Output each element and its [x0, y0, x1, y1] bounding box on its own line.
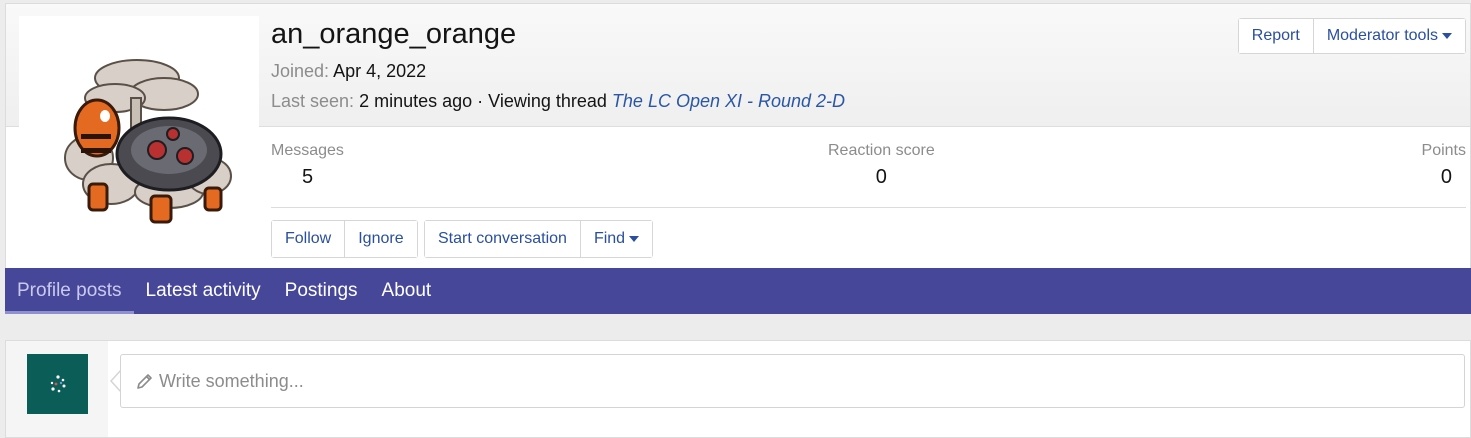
tab-profile-posts[interactable]: Profile posts — [5, 268, 134, 314]
stat-points: Points 0 — [1422, 142, 1466, 189]
joined-value: Apr 4, 2022 — [333, 61, 427, 81]
report-label: Report — [1251, 27, 1300, 44]
report-button[interactable]: Report — [1238, 19, 1314, 53]
profile-stats: Messages 5 Reaction score 0 Points 0 — [271, 142, 1466, 208]
stat-reaction-value[interactable]: 0 — [828, 166, 935, 189]
follow-button[interactable]: Follow — [272, 221, 346, 257]
stat-messages-value[interactable]: 5 — [271, 166, 344, 189]
last-seen-row: Last seen: 2 minutes ago · Viewing threa… — [271, 91, 845, 112]
current-user-avatar[interactable] — [27, 354, 88, 414]
profile-post-composer: Write something... — [5, 340, 1471, 438]
ignore-button[interactable]: Ignore — [345, 221, 417, 257]
write-something-input[interactable]: Write something... — [120, 354, 1465, 408]
stat-points-label: Points — [1421, 142, 1466, 159]
viewing-thread-link[interactable]: The LC Open XI - Round 2-D — [612, 91, 845, 111]
profile-username: an_orange_orange — [271, 18, 517, 50]
stat-reaction-score: Reaction score 0 — [828, 142, 935, 189]
ignore-label: Ignore — [358, 230, 404, 247]
profile-tabs: Profile posts Latest activity Postings A… — [5, 268, 1471, 314]
torkoal-sprite-icon — [64, 59, 232, 224]
top-actions: Report Moderator tools — [1237, 18, 1466, 54]
stat-reaction-label: Reaction score — [828, 142, 935, 159]
moderator-tools-label: Moderator tools — [1326, 27, 1438, 44]
write-something-placeholder: Write something... — [159, 370, 304, 391]
stat-messages-label: Messages — [271, 142, 344, 159]
conversation-find-group: Start conversation Find — [424, 220, 654, 258]
last-seen-label: Last seen: — [271, 91, 355, 111]
joined-label: Joined: — [271, 61, 330, 81]
tab-latest-activity[interactable]: Latest activity — [134, 268, 273, 314]
follow-label: Follow — [285, 230, 332, 247]
sparkle-avatar-icon — [50, 375, 65, 393]
follow-ignore-group: Follow Ignore — [271, 220, 418, 258]
find-button[interactable]: Find — [580, 221, 653, 257]
caret-down-icon — [1442, 33, 1452, 39]
stat-points-value[interactable]: 0 — [1422, 166, 1466, 189]
joined-row: Joined: Apr 4, 2022 — [271, 61, 426, 82]
start-conversation-button[interactable]: Start conversation — [425, 221, 581, 257]
find-label: Find — [593, 230, 626, 247]
moderator-tools-button[interactable]: Moderator tools — [1313, 19, 1465, 53]
avatar[interactable] — [19, 16, 259, 256]
last-seen-value: 2 minutes ago · Viewing thread — [359, 91, 607, 111]
tab-about[interactable]: About — [370, 268, 444, 314]
start-conversation-label: Start conversation — [438, 230, 567, 247]
caret-down-icon — [629, 236, 640, 242]
pencil-icon — [137, 374, 152, 389]
stat-messages: Messages 5 — [271, 142, 344, 189]
composer-avatar-column — [6, 341, 108, 437]
tab-postings[interactable]: Postings — [273, 268, 370, 314]
